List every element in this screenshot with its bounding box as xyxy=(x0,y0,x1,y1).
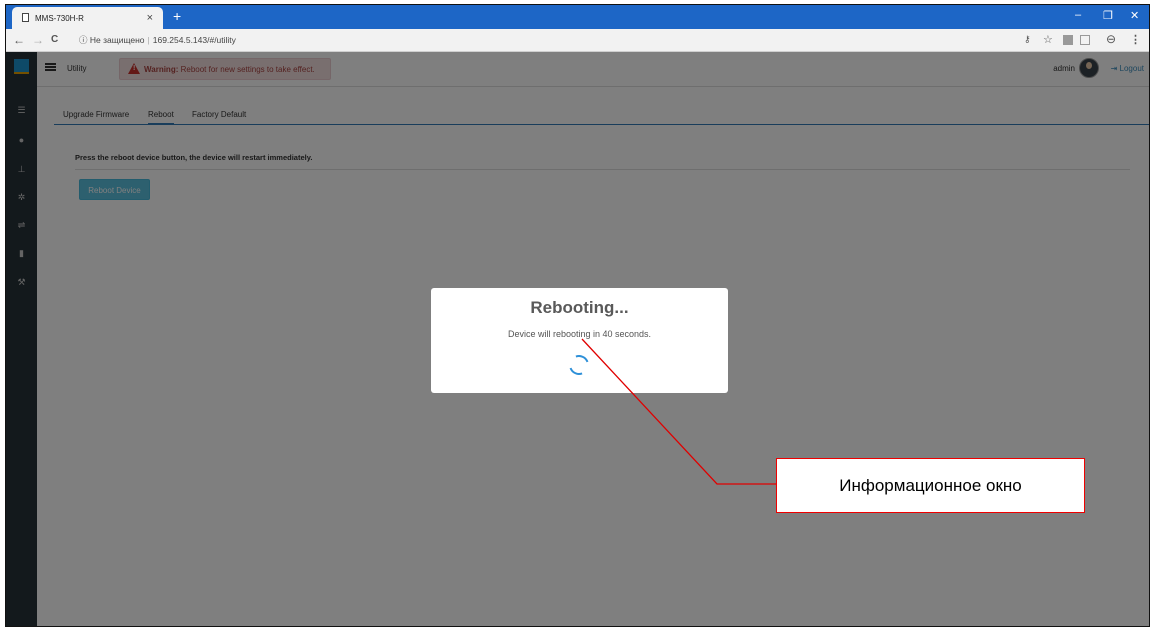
annotation-label: Информационное окно xyxy=(776,458,1085,513)
annotation-pointer xyxy=(581,338,776,485)
annotation-leader-line xyxy=(581,338,776,485)
